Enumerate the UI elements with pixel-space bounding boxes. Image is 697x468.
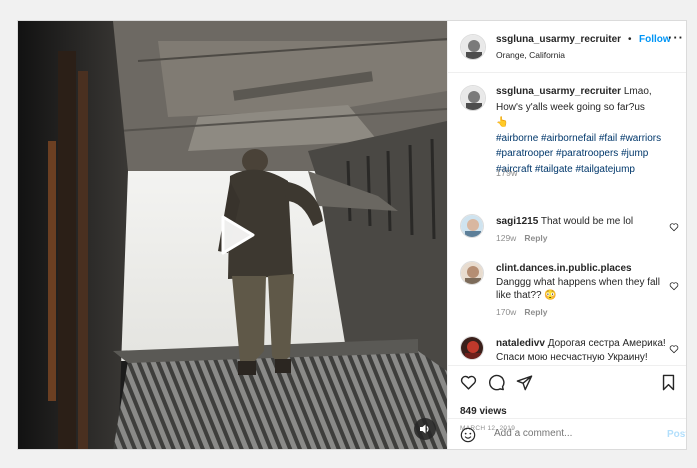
hashtag[interactable]: #jump — [621, 148, 648, 159]
play-icon[interactable] — [211, 211, 259, 259]
comment-icon[interactable] — [488, 374, 505, 391]
comment-age[interactable]: 129w — [496, 233, 516, 243]
heart-icon[interactable] — [669, 222, 679, 232]
add-comment-bar: Post — [448, 418, 686, 449]
commenter-avatar[interactable] — [460, 261, 484, 285]
hashtag[interactable]: #tailgatejump — [576, 164, 635, 175]
video-player[interactable] — [18, 21, 447, 449]
view-count[interactable]: 849 views — [460, 406, 507, 417]
comment-text: nataledivv Дорогая сестра Америка! Спаси… — [496, 337, 666, 364]
smiley-icon[interactable] — [460, 427, 476, 443]
heart-icon[interactable] — [669, 344, 679, 354]
hashtag[interactable]: #airborne — [496, 133, 538, 144]
bookmark-icon[interactable] — [660, 374, 677, 391]
caption-text: ssgluna_usarmy_recruiter Lmao, How's y'a… — [496, 84, 678, 177]
more-options-icon[interactable]: ··· — [668, 30, 684, 45]
heart-icon[interactable] — [460, 374, 477, 391]
sound-toggle-button[interactable] — [414, 418, 436, 440]
reply-button[interactable]: Reply — [524, 233, 547, 243]
caption-age[interactable]: 179w — [496, 168, 518, 178]
comment-age[interactable]: 170w — [496, 307, 516, 317]
hashtag[interactable]: #tailgate — [535, 164, 573, 175]
comment-meta: 129w Reply — [496, 233, 547, 243]
commenter-username[interactable]: sagi1215 — [496, 216, 538, 227]
post-location[interactable]: Orange, California — [496, 50, 565, 60]
commenter-avatar[interactable] — [460, 214, 484, 238]
post-dialog: ssgluna_usarmy_recruiter • Follow Orange… — [17, 20, 687, 450]
commenter-username[interactable]: clint.dances.in.public.places — [496, 263, 632, 274]
commenter-username[interactable]: nataledivv — [496, 338, 545, 349]
comment-meta: 170w Reply — [496, 307, 547, 317]
post-comment-button[interactable]: Post — [667, 429, 686, 440]
sound-icon — [420, 424, 429, 434]
commenter-avatar[interactable] — [460, 336, 484, 360]
post-sidebar: ssgluna_usarmy_recruiter • Follow Orange… — [447, 21, 686, 449]
comment-text: sagi1215 That would be me lol — [496, 215, 666, 229]
comment-input[interactable] — [494, 428, 644, 439]
hashtag[interactable]: #fail — [599, 133, 617, 144]
hashtag[interactable]: #airbornefail — [541, 133, 596, 144]
heart-icon[interactable] — [669, 281, 679, 291]
post-header: ssgluna_usarmy_recruiter • Follow Orange… — [448, 21, 686, 73]
hashtag[interactable]: #warriors — [620, 133, 661, 144]
caption-username[interactable]: ssgluna_usarmy_recruiter — [496, 86, 621, 97]
comments-scroll-area[interactable]: ssgluna_usarmy_recruiter Lmao, How's y'a… — [448, 74, 686, 364]
comment-text: clint.dances.in.public.places Danggg wha… — [496, 262, 666, 303]
pointing-up-emoji: 👆 — [496, 117, 509, 128]
separator-dot: • — [628, 34, 632, 45]
caption-avatar[interactable] — [460, 85, 486, 111]
share-icon[interactable] — [516, 374, 533, 391]
follow-button[interactable]: Follow — [639, 34, 671, 45]
reply-button[interactable]: Reply — [524, 307, 547, 317]
flushed-emoji: 😳 — [544, 290, 557, 301]
author-username[interactable]: ssgluna_usarmy_recruiter — [496, 34, 621, 45]
author-avatar[interactable] — [460, 34, 486, 60]
hashtag[interactable]: #paratroopers — [556, 148, 618, 159]
comment-body: That would be me lol — [540, 216, 634, 227]
hashtag[interactable]: #paratrooper — [496, 148, 553, 159]
comment-body: Danggg what happens when they fall like … — [496, 276, 661, 302]
